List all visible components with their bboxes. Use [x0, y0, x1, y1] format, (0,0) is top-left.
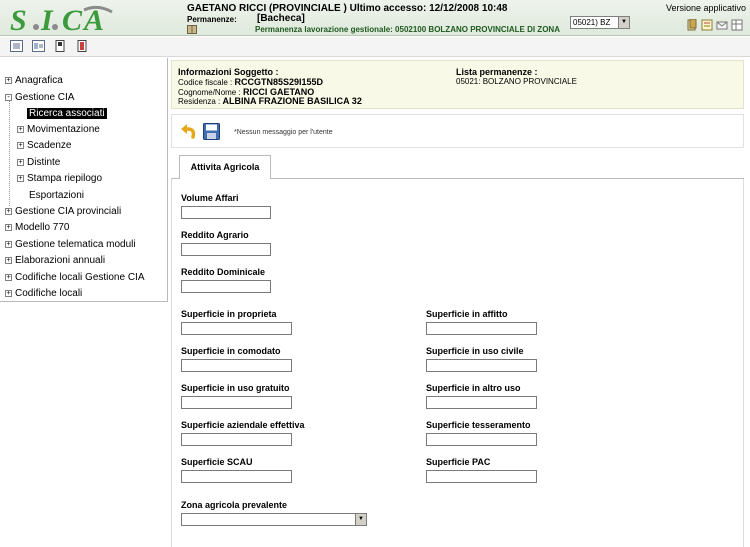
sup-tesseramento-input[interactable] [426, 433, 537, 446]
sidebar-item-gestione-cia-provinciali[interactable]: + Gestione CIA provinciali [5, 205, 121, 219]
sup-affitto-label: Superficie in affitto [426, 309, 508, 319]
reddito-dominicale-input[interactable] [181, 280, 271, 293]
document-edit-icon[interactable] [54, 40, 67, 52]
sup-uso-gratuito-label: Superficie in uso gratuito [181, 383, 290, 393]
tab-attivita-agricola[interactable]: Attivita Agricola [179, 155, 271, 179]
exit-icon[interactable] [76, 40, 89, 52]
toolbar [0, 37, 750, 57]
sidebar-item-gestione-cia[interactable]: - Gestione CIA [5, 91, 74, 105]
sidebar-item-elaborazioni-annuali[interactable]: + Elaborazioni annuali [5, 254, 105, 268]
sup-uso-gratuito-input[interactable] [181, 396, 292, 409]
residenza-value: ALBINA FRAZIONE BASILICA 32 [222, 96, 362, 106]
expand-icon[interactable]: + [5, 274, 12, 281]
reddito-agrario-input[interactable] [181, 243, 271, 256]
sidebar-item-scadenze[interactable]: + Scadenze [17, 139, 71, 153]
sup-altro-uso-label: Superficie in altro uso [426, 383, 521, 393]
logo-sicia: S I C A [10, 4, 113, 34]
codice-fiscale-row: Codice fiscale : RCCGTN85S29I155D [178, 77, 323, 87]
sidebar-item-stampa-riepilogo[interactable]: + Stampa riepilogo [17, 172, 102, 186]
action-bar: *Nessun messaggio per l'utente [171, 114, 744, 148]
expand-icon[interactable]: + [5, 208, 12, 215]
reddito-agrario-label: Reddito Agrario [181, 230, 249, 240]
dropdown-arrow-icon[interactable]: ▼ [355, 514, 366, 525]
save-icon[interactable] [203, 123, 220, 140]
permanenze-value[interactable]: [Bacheca] [257, 13, 305, 24]
office-select[interactable]: 05021) BZ ▼ [570, 16, 630, 29]
residenza-label: Residenza : [178, 97, 221, 106]
sup-aziendale-input[interactable] [181, 433, 292, 446]
permanenza-item: 05021: BOLZANO PROVINCIALE [456, 77, 577, 86]
expand-icon[interactable]: + [5, 77, 12, 84]
codice-fiscale-label: Codice fiscale : [178, 78, 233, 87]
sup-pac-label: Superficie PAC [426, 457, 491, 467]
header-tools [686, 18, 743, 31]
expand-view-icon[interactable] [32, 40, 45, 52]
expand-icon[interactable]: + [17, 142, 24, 149]
expand-icon[interactable]: + [5, 257, 12, 264]
sup-pac-input[interactable] [426, 470, 537, 483]
sidebar-item-ricerca-associati[interactable]: Ricerca associati [27, 107, 107, 121]
zona-agricola-label: Zona agricola prevalente [181, 500, 288, 510]
svg-text:C: C [62, 4, 83, 34]
expand-icon[interactable]: + [17, 159, 24, 166]
office-select-value: 05021) BZ [573, 18, 611, 27]
subject-info-panel: Informazioni Soggetto : Codice fiscale :… [171, 60, 744, 109]
user-access-info: GAETANO RICCI (PROVINCIALE ) Ultimo acce… [187, 3, 508, 14]
list-view-icon[interactable] [10, 40, 23, 52]
sidebar-item-gestione-telematica-moduli[interactable]: + Gestione telematica moduli [5, 238, 136, 252]
mail-icon[interactable] [716, 19, 728, 31]
sidebar-item-modello-770[interactable]: + Modello 770 [5, 221, 69, 235]
expand-icon[interactable]: + [17, 126, 24, 133]
document-icon[interactable] [686, 18, 698, 31]
app-header: S I C A GAETANO RICCI (PROVINCIALE ) Ult… [0, 0, 750, 36]
reddito-dominicale-label: Reddito Dominicale [181, 267, 266, 277]
sup-proprieta-input[interactable] [181, 322, 292, 335]
expand-icon[interactable]: + [5, 290, 12, 297]
sidebar-item-codifiche-locali-gestione-cia[interactable]: + Codifiche locali Gestione CIA [5, 271, 145, 285]
sup-altro-uso-input[interactable] [426, 396, 537, 409]
attivita-agricola-form: Volume Affari Reddito Agrario Reddito Do… [171, 179, 744, 547]
sup-comodato-input[interactable] [181, 359, 292, 372]
expand-icon[interactable]: + [17, 175, 24, 182]
soggetto-title: Informazioni Soggetto : [178, 67, 279, 77]
sidebar-item-esportazioni[interactable]: Esportazioni [29, 189, 84, 203]
sidebar-item-movimentazione[interactable]: + Movimentazione [17, 123, 100, 137]
codice-fiscale-value: RCCGTN85S29I155D [234, 77, 324, 87]
version-label: Versione applicativo [665, 3, 746, 13]
volume-affari-input[interactable] [181, 206, 271, 219]
svg-text:I: I [40, 4, 54, 34]
volume-affari-label: Volume Affari [181, 193, 239, 203]
sup-aziendale-label: Superficie aziendale effettiva [181, 420, 305, 430]
user-message: *Nessun messaggio per l'utente [234, 129, 333, 136]
sidebar-item-anagrafica[interactable]: + Anagrafica [5, 74, 63, 88]
sup-uso-civile-input[interactable] [426, 359, 537, 372]
sidebar-menu: + Anagrafica - Gestione CIA Ricerca associ… [0, 58, 168, 302]
sidebar-item-codifiche-locali[interactable]: + Codifiche locali [5, 287, 82, 301]
permanenze-label: Permanenze: [187, 15, 237, 24]
book-icon [187, 25, 197, 34]
collapse-icon[interactable]: - [5, 94, 12, 101]
notes-icon[interactable] [701, 19, 713, 31]
grid-icon[interactable] [731, 19, 743, 31]
main-content: Informazioni Soggetto : Codice fiscale :… [171, 60, 744, 547]
permanenze-list-title: Lista permanenze : [456, 67, 538, 77]
residenza-row: Residenza : ALBINA FRAZIONE BASILICA 32 [178, 96, 362, 106]
sup-affitto-input[interactable] [426, 322, 537, 335]
zona-agricola-select[interactable]: ▼ [181, 513, 367, 526]
tree-connector [9, 96, 10, 206]
sup-comodato-label: Superficie in comodato [181, 346, 281, 356]
sup-tesseramento-label: Superficie tesseramento [426, 420, 531, 430]
sup-scau-input[interactable] [181, 470, 292, 483]
expand-icon[interactable]: + [5, 224, 12, 231]
expand-icon[interactable]: + [5, 241, 12, 248]
sup-uso-civile-label: Superficie in uso civile [426, 346, 524, 356]
tab-bar: Attivita Agricola [171, 153, 744, 179]
dropdown-arrow-icon[interactable]: ▼ [618, 17, 629, 28]
sidebar-item-distinte[interactable]: + Distinte [17, 156, 60, 170]
undo-icon[interactable] [179, 123, 199, 140]
sup-scau-label: Superficie SCAU [181, 457, 253, 467]
svg-text:S: S [10, 4, 27, 34]
sup-proprieta-label: Superficie in proprieta [181, 309, 277, 319]
permanenza-lavorazione: Permanenza lavorazione gestionale: 05021… [255, 25, 560, 34]
